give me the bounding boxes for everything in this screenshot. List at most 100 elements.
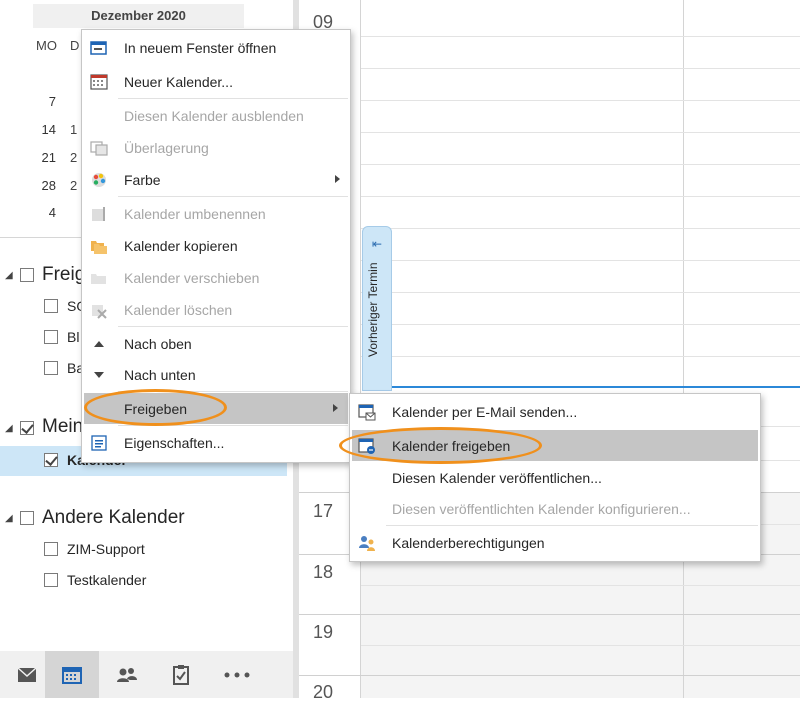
weekday-header-mo: MO [36, 38, 57, 53]
properties-icon [91, 435, 107, 451]
calendar-nav-button[interactable] [45, 651, 99, 698]
calendar-checkbox[interactable] [44, 330, 58, 344]
overlay-icon [90, 141, 108, 156]
share-submenu: Kalender per E-Mail senden... Kalender f… [349, 393, 761, 562]
group-checkbox[interactable] [20, 511, 34, 525]
tasks-nav-button[interactable] [154, 651, 208, 698]
menu-item-overlay: Überlagerung [82, 132, 350, 163]
mini-calendar-month[interactable]: Dezember 2020 [33, 4, 244, 28]
half-hour-line [361, 356, 800, 357]
bottom-navigation-bar [0, 651, 293, 698]
menu-item-color[interactable]: Farbe [82, 164, 350, 195]
previous-appointment-button[interactable]: ⇤ Vorheriger Termin [362, 226, 392, 391]
menu-item-label: Kalender per E-Mail senden... [392, 403, 578, 420]
group-label-andere-kalender[interactable]: Andere Kalender [42, 507, 185, 529]
more-nav-button[interactable] [210, 651, 264, 698]
hour-label: 19 [313, 622, 334, 642]
color-palette-icon [92, 173, 106, 187]
mail-icon [17, 666, 37, 682]
arrow-left-bar-icon: ⇤ [371, 237, 383, 251]
menu-item-label: Neuer Kalender... [124, 73, 233, 90]
menu-item-label: Überlagerung [124, 139, 209, 156]
submenu-item-email-calendar[interactable]: Kalender per E-Mail senden... [350, 396, 760, 427]
new-window-icon [90, 41, 107, 55]
menu-item-rename-calendar: Kalender umbenennen [82, 198, 350, 229]
collapse-caret-icon[interactable]: ◢ [5, 270, 13, 281]
submenu-arrow-icon [335, 175, 340, 183]
mini-calendar-day[interactable]: 1 [70, 122, 77, 137]
calendar-checkbox[interactable] [44, 573, 58, 587]
weekday-header-di: D [70, 38, 80, 53]
mini-calendar-day[interactable]: 21 [32, 150, 56, 165]
menu-item-move-calendar: Kalender verschieben [82, 262, 350, 293]
triangle-up-icon [94, 341, 104, 347]
submenu-arrow-icon [333, 404, 338, 412]
calendar-checkbox[interactable] [44, 542, 58, 556]
menu-item-open-new-window[interactable]: In neuem Fenster öffnen [82, 32, 350, 63]
menu-item-label: Diesen Kalender veröffentlichen... [392, 469, 602, 486]
half-hour-line [361, 292, 800, 293]
half-hour-line [361, 132, 800, 133]
half-hour-line [361, 100, 800, 101]
hour-label: 17 [313, 501, 334, 521]
menu-item-label: Nach oben [124, 335, 192, 352]
copy-folder-icon [91, 241, 107, 254]
submenu-item-calendar-permissions[interactable]: Kalenderberechtigungen [350, 527, 760, 558]
rename-icon [92, 207, 105, 221]
menu-item-properties[interactable]: Eigenschaften... [82, 427, 350, 458]
collapse-caret-icon[interactable]: ◢ [5, 513, 13, 524]
calendar-checkbox[interactable] [44, 361, 58, 375]
group-checkbox[interactable] [20, 421, 34, 435]
menu-item-move-down[interactable]: Nach unten [82, 359, 350, 390]
calendar-checkbox[interactable] [44, 453, 58, 467]
menu-separator [386, 525, 758, 526]
half-hour-line [361, 228, 800, 229]
mini-calendar-day[interactable]: 14 [32, 122, 56, 137]
menu-item-new-calendar[interactable]: Neuer Kalender... [82, 66, 350, 97]
half-hour-line [361, 585, 800, 586]
permissions-icon [359, 536, 375, 551]
menu-item-label: Diesen Kalender ausblenden [124, 107, 304, 124]
triangle-down-icon [94, 372, 104, 378]
menu-item-label: Farbe [124, 171, 161, 188]
menu-item-label: Nach unten [124, 366, 196, 383]
half-hour-line [361, 645, 800, 646]
collapse-caret-icon[interactable]: ◢ [5, 423, 13, 434]
submenu-item-share-calendar[interactable]: Kalender freigeben [352, 430, 758, 461]
half-hour-line [361, 68, 800, 69]
menu-item-share[interactable]: Freigeben [84, 393, 348, 424]
half-hour-line [361, 164, 800, 165]
group-label-freigegeben[interactable]: Freig [42, 264, 85, 286]
calendar-item[interactable]: Testkalender [67, 572, 146, 588]
mini-calendar-day[interactable]: 28 [32, 178, 56, 193]
submenu-item-publish-calendar[interactable]: Diesen Kalender veröffentlichen... [350, 462, 760, 493]
people-icon [117, 667, 137, 682]
calendar-item[interactable]: Bl [67, 329, 79, 345]
people-nav-button[interactable] [100, 651, 154, 698]
menu-item-label: Kalender umbenennen [124, 205, 266, 222]
delete-icon [92, 305, 107, 319]
menu-item-label: Kalender kopieren [124, 237, 238, 254]
menu-item-label: Freigeben [124, 400, 188, 417]
calendar-checkbox[interactable] [44, 299, 58, 313]
mini-calendar-day[interactable]: 7 [32, 94, 56, 109]
mini-calendar-day[interactable]: 2 [70, 178, 77, 193]
mini-calendar-day[interactable]: 2 [70, 150, 77, 165]
previous-appointment-label: Vorheriger Termin [366, 263, 380, 358]
group-checkbox[interactable] [20, 268, 34, 282]
mini-calendar-day[interactable]: 4 [32, 205, 56, 220]
email-calendar-icon [358, 404, 376, 421]
menu-item-move-up[interactable]: Nach oben [82, 328, 350, 359]
calendar-context-menu: In neuem Fenster öffnen Neuer Kalender..… [81, 29, 351, 463]
menu-separator [118, 196, 348, 197]
menu-item-copy-calendar[interactable]: Kalender kopieren [82, 230, 350, 261]
hour-label: 18 [313, 562, 334, 582]
move-folder-icon [91, 274, 106, 284]
calendar-item[interactable]: ZIM-Support [67, 541, 145, 557]
hour-line [299, 614, 800, 615]
half-hour-line [361, 324, 800, 325]
menu-item-label: In neuem Fenster öffnen [124, 39, 277, 56]
hour-line [299, 675, 800, 676]
day-column-separator [683, 0, 684, 698]
group-label-meine-kalender[interactable]: Mein [42, 416, 83, 438]
